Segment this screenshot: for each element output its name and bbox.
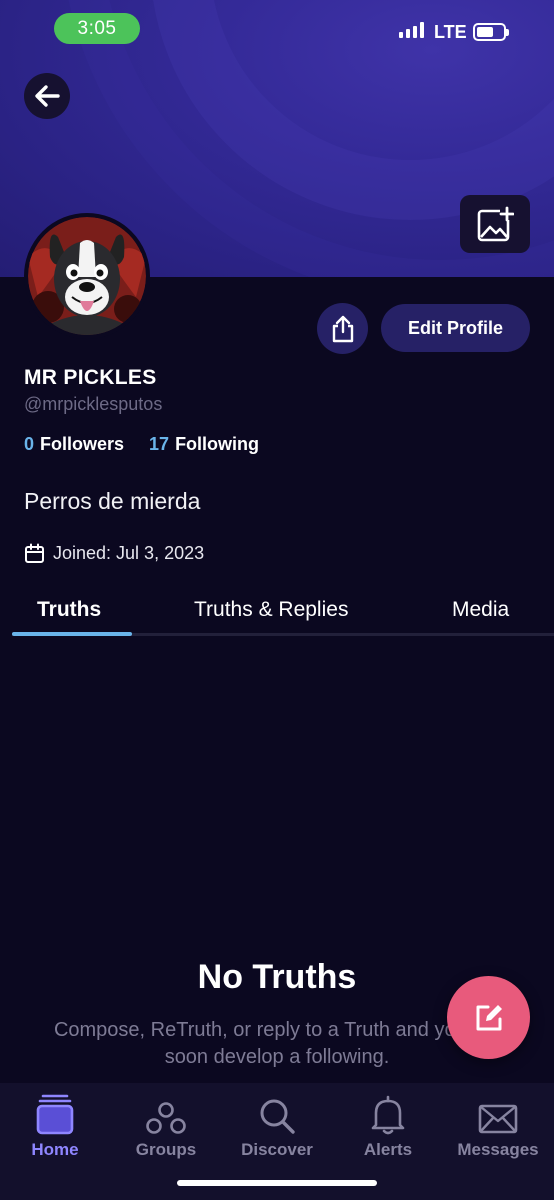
joined-label: Joined: Jul 3, 2023 xyxy=(53,543,205,563)
followers-link[interactable]: 0 Followers xyxy=(24,434,124,455)
profile-tabs: Truths Truths & Replies Media xyxy=(0,590,554,636)
tab-truths[interactable]: Truths xyxy=(37,598,101,622)
empty-state-subtitle: Compose, ReTruth, or reply to a Truth an… xyxy=(53,1019,501,1068)
tab-media[interactable]: Media xyxy=(452,598,509,622)
nav-messages[interactable]: Messages xyxy=(443,1093,553,1160)
following-link[interactable]: 17 Following xyxy=(149,434,259,455)
username-handle: @mrpicklesputos xyxy=(24,394,163,414)
nav-alerts[interactable]: Alerts xyxy=(333,1093,443,1160)
groups-icon xyxy=(146,1102,186,1134)
nav-alerts-label: Alerts xyxy=(363,1140,413,1159)
followers-label: Followers xyxy=(40,434,125,454)
dog-avatar-image xyxy=(28,217,146,335)
nav-discover-label: Discover xyxy=(241,1140,313,1159)
following-count: 17 xyxy=(149,434,170,454)
home-icon xyxy=(36,1094,74,1135)
followers-count: 0 xyxy=(24,434,35,454)
status-bar: 3:05 LTE xyxy=(0,0,554,60)
envelope-icon xyxy=(478,1104,518,1134)
back-button[interactable] xyxy=(24,73,70,119)
nav-groups[interactable]: Groups xyxy=(111,1093,221,1160)
active-tab-indicator xyxy=(12,632,132,636)
nav-groups-label: Groups xyxy=(135,1140,197,1159)
follow-stats: 0 Followers 17 Following xyxy=(24,434,259,455)
add-image-icon xyxy=(477,206,514,242)
search-icon xyxy=(260,1099,295,1134)
nav-messages-label: Messages xyxy=(457,1140,539,1159)
calendar-icon xyxy=(25,543,44,563)
home-indicator xyxy=(177,1180,377,1186)
avatar[interactable] xyxy=(24,213,150,339)
share-icon xyxy=(332,315,353,342)
share-profile-button[interactable] xyxy=(317,303,368,354)
bell-icon xyxy=(371,1095,405,1135)
compose-icon xyxy=(476,1004,502,1030)
status-time: 3:05 xyxy=(54,13,140,44)
battery-icon xyxy=(473,23,509,41)
joined-date: Joined: Jul 3, 2023 xyxy=(24,543,204,564)
following-label: Following xyxy=(175,434,260,454)
network-type: LTE xyxy=(434,22,467,42)
compose-button[interactable] xyxy=(447,976,530,1059)
nav-home-label: Home xyxy=(31,1140,79,1159)
arrow-left-icon xyxy=(35,85,60,107)
signal-icon xyxy=(399,22,424,38)
bio-text: Perros de mierda xyxy=(24,488,201,514)
nav-discover[interactable]: Discover xyxy=(222,1093,332,1160)
display-name: MR PICKLES xyxy=(24,366,157,389)
nav-home[interactable]: Home xyxy=(0,1093,110,1160)
tab-truths-and-replies[interactable]: Truths & Replies xyxy=(194,598,348,622)
edit-profile-button[interactable]: Edit Profile xyxy=(381,304,530,352)
change-cover-button[interactable] xyxy=(460,195,530,253)
